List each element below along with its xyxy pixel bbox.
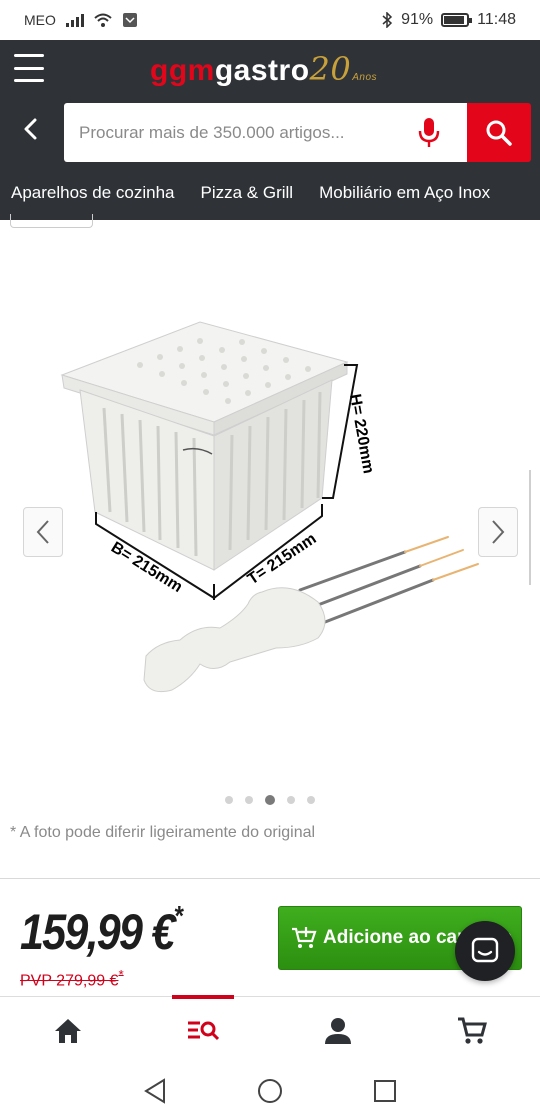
- chat-button[interactable]: [455, 921, 515, 981]
- bluetooth-icon: [382, 12, 393, 28]
- chevron-right-icon: [492, 520, 505, 544]
- gallery-prev-button[interactable]: [23, 507, 63, 557]
- chat-icon: [471, 937, 499, 963]
- product-image: H= 220mm B= 215mm T= 215mm: [60, 321, 479, 693]
- home-icon[interactable]: [52, 1015, 84, 1047]
- collapsed-tab[interactable]: [10, 214, 93, 228]
- status-bar: MEO 91% 11:48: [0, 0, 540, 40]
- menu-icon[interactable]: [14, 54, 44, 82]
- search-button[interactable]: [467, 103, 531, 162]
- home-circle-icon[interactable]: [257, 1078, 283, 1104]
- nav-item-aco-inox[interactable]: Mobiliário em Aço Inox: [319, 180, 490, 220]
- pagination-dot[interactable]: [225, 796, 233, 804]
- android-navigation: [0, 1060, 540, 1120]
- account-icon[interactable]: [322, 1015, 354, 1047]
- site-header: ggm gastro 20 Anos Aparelhos de cozinha …: [0, 40, 540, 220]
- notification-icon: [122, 13, 137, 27]
- bottom-navigation: [0, 995, 540, 1060]
- price: 159,99 €*: [20, 900, 183, 961]
- rrp-price: PVP 279,99 €*: [20, 967, 124, 990]
- logo-anniversary: 20: [309, 50, 352, 88]
- wifi-icon: [94, 13, 112, 27]
- chevron-left-icon: [36, 520, 49, 544]
- search-box[interactable]: [64, 103, 467, 162]
- microphone-icon[interactable]: [417, 117, 441, 149]
- rrp-footnote-mark: *: [118, 967, 124, 982]
- pagination-dot[interactable]: [287, 796, 295, 804]
- recents-square-icon[interactable]: [373, 1078, 397, 1104]
- photo-disclaimer: * A foto pode diferir ligeiramente do or…: [10, 824, 316, 841]
- back-arrow-icon[interactable]: [20, 118, 42, 140]
- logo-anos: Anos: [352, 72, 378, 83]
- category-search-icon[interactable]: [187, 1015, 219, 1047]
- pagination-dot[interactable]: [307, 796, 315, 804]
- search-icon: [486, 120, 512, 146]
- dimension-height-label: H= 220mm: [346, 393, 377, 475]
- gallery-next-button[interactable]: [478, 507, 518, 557]
- price-footnote-mark: *: [173, 900, 183, 932]
- battery-percent: 91%: [401, 11, 434, 28]
- gallery-pagination: [0, 795, 540, 805]
- pagination-dot-active[interactable]: [265, 795, 275, 805]
- back-triangle-icon[interactable]: [143, 1078, 167, 1104]
- site-logo[interactable]: ggm gastro 20 Anos: [150, 50, 377, 88]
- pagination-dot[interactable]: [245, 796, 253, 804]
- carrier-label: MEO: [24, 12, 56, 28]
- price-value: 159,99 €: [20, 904, 175, 960]
- active-tab-indicator: [172, 995, 234, 999]
- logo-ggm: ggm: [150, 54, 215, 87]
- logo-gastro: gastro: [214, 54, 310, 87]
- scroll-indicator: [529, 470, 531, 585]
- cell-signal-icon: [65, 13, 84, 27]
- nav-item-pizza-grill[interactable]: Pizza & Grill: [201, 180, 294, 220]
- product-gallery[interactable]: H= 220mm B= 215mm T= 215mm: [0, 250, 540, 780]
- cart-icon[interactable]: [456, 1015, 488, 1047]
- cart-add-icon: [292, 927, 317, 948]
- search-input[interactable]: [79, 122, 399, 143]
- rrp-value: PVP 279,99 €: [20, 972, 119, 990]
- battery-icon: [441, 13, 473, 27]
- clock: 11:48: [477, 11, 516, 28]
